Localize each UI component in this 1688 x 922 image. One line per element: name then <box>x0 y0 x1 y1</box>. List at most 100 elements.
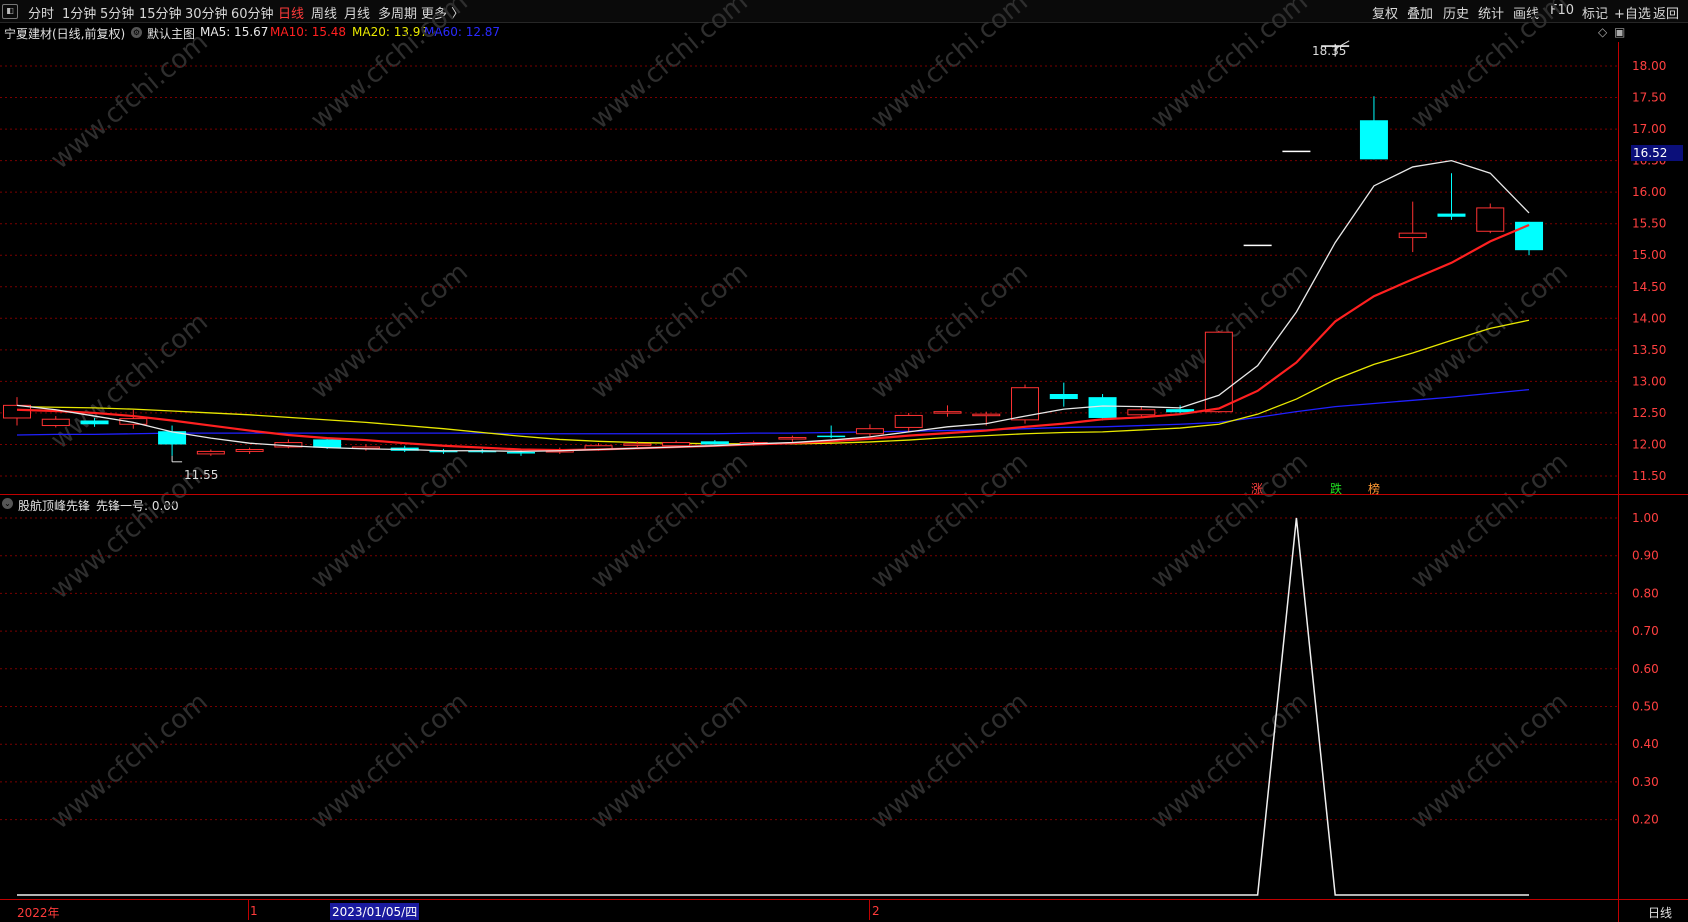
watermark-text: www.cfchi.com <box>865 447 1034 595</box>
candle-body <box>933 411 962 414</box>
candle <box>778 435 807 442</box>
candle-body <box>894 414 923 428</box>
price-tick-label: 13.50 <box>1632 343 1666 357</box>
candle-body <box>80 420 109 425</box>
watermark-text: www.cfchi.com <box>585 447 754 595</box>
current-price-label: 16.52 <box>1631 145 1683 161</box>
candle-body <box>507 452 536 454</box>
tag-fall[interactable]: 跌 <box>1330 480 1342 497</box>
indicator-tick-label: 0.80 <box>1632 586 1659 600</box>
candle-body <box>1398 232 1427 239</box>
candle-body <box>1049 394 1078 400</box>
candle-body <box>41 418 70 427</box>
price-tick-label: 12.00 <box>1632 437 1666 451</box>
indicator-tick-label: 0.70 <box>1632 624 1659 638</box>
low-label: 11.55 <box>184 468 218 482</box>
price-tick-label: 17.00 <box>1632 122 1666 136</box>
candle-body <box>235 449 264 452</box>
watermark-text: www.cfchi.com <box>45 687 214 835</box>
candle <box>1437 173 1466 220</box>
candle <box>1359 96 1388 160</box>
price-axis: 11.50 12.00 12.50 13.00 13.50 14.00 14.50 15.00… <box>1632 59 1666 483</box>
price-tick-label: 13.00 <box>1632 374 1666 388</box>
watermark-text: www.cfchi.com <box>585 0 754 135</box>
price-tick-label: 15.00 <box>1632 248 1666 262</box>
watermark-text: www.cfchi.com <box>1145 687 1314 835</box>
ma20-line <box>16 319 1530 445</box>
candle-body <box>972 413 1001 417</box>
candle-body <box>1088 397 1117 418</box>
candle <box>3 397 31 426</box>
price-tick-label: 14.50 <box>1632 280 1666 294</box>
candle <box>119 409 148 429</box>
candle <box>855 424 884 437</box>
candle <box>1476 203 1505 234</box>
indicator-tick-label: 0.40 <box>1632 737 1659 751</box>
price-tick-label: 17.50 <box>1632 91 1666 105</box>
watermark-text: www.cfchi.com <box>305 0 474 135</box>
watermark-text: www.cfchi.com <box>865 0 1034 135</box>
watermark-text: www.cfchi.com <box>1145 447 1314 595</box>
price-tick-label: 11.50 <box>1632 469 1666 483</box>
candle <box>894 412 923 432</box>
indicator-tick-label: 0.30 <box>1632 775 1659 789</box>
ma5-path <box>16 159 1530 453</box>
watermark: www.cfchi.com www.cfchi.com www.cfchi.com w… <box>45 0 1574 835</box>
candle-body <box>196 450 225 455</box>
candle-body <box>1476 207 1505 232</box>
price-tick-label: 18.00 <box>1632 59 1666 73</box>
ma10-path <box>16 223 1530 452</box>
watermark-text: www.cfchi.com <box>865 257 1034 405</box>
candle-body <box>700 441 729 445</box>
watermark-text: www.cfchi.com <box>305 257 474 405</box>
watermark-text: www.cfchi.com <box>1405 447 1574 595</box>
price-tick-label: 16.00 <box>1632 185 1666 199</box>
candle-body <box>1437 213 1466 217</box>
candle-body <box>662 442 691 447</box>
watermark-text: www.cfchi.com <box>1405 0 1574 135</box>
candle <box>1282 150 1311 153</box>
price-tick-label: 12.50 <box>1632 406 1666 420</box>
cursor-date: 2023/01/05/四 <box>330 903 420 920</box>
tag-rank[interactable]: 榜 <box>1368 480 1380 497</box>
x-label-month-2: 2 <box>872 904 880 918</box>
watermark-text: www.cfchi.com <box>1405 257 1574 405</box>
candle <box>1049 382 1078 407</box>
ma5-line <box>16 159 1530 453</box>
candle-body <box>623 443 652 446</box>
candle <box>196 449 225 456</box>
indicator-tick-label: 0.60 <box>1632 662 1659 676</box>
price-tick-label: 15.50 <box>1632 217 1666 231</box>
candle <box>933 405 962 417</box>
x-label-year: 2022年 <box>17 906 60 920</box>
high-label: 18.35 <box>1312 44 1346 58</box>
candle <box>274 439 303 449</box>
tag-rise[interactable]: 涨 <box>1251 480 1263 497</box>
candle-body <box>1204 331 1233 413</box>
ma20-path <box>16 319 1530 445</box>
indicator-tick-label: 0.50 <box>1632 700 1659 714</box>
candle-body <box>1127 409 1156 416</box>
candles <box>3 43 1544 456</box>
watermark-text: www.cfchi.com <box>1145 0 1314 135</box>
candle <box>1398 201 1427 253</box>
ma10-line <box>16 223 1530 452</box>
candle-body <box>1359 120 1388 160</box>
price-tick-label: 14.00 <box>1632 311 1666 325</box>
watermark-text: www.cfchi.com <box>865 687 1034 835</box>
watermark-text: www.cfchi.com <box>585 687 754 835</box>
candle-body <box>1243 244 1272 247</box>
indicator-tick-label: 0.90 <box>1632 549 1659 563</box>
chart-canvas: www.cfchi.com www.cfchi.com www.cfchi.com w… <box>0 0 1688 922</box>
candle <box>1204 330 1233 413</box>
watermark-text: www.cfchi.com <box>1405 687 1574 835</box>
candle-body <box>3 404 31 419</box>
period-label: 日线 <box>1648 906 1673 920</box>
candle <box>351 444 380 451</box>
watermark-text: www.cfchi.com <box>305 687 474 835</box>
candle <box>1243 244 1272 247</box>
x-label-month-1: 1 <box>250 904 258 918</box>
watermark-text: www.cfchi.com <box>585 257 754 405</box>
candle-body <box>313 439 342 448</box>
watermark-text: www.cfchi.com <box>45 27 214 175</box>
